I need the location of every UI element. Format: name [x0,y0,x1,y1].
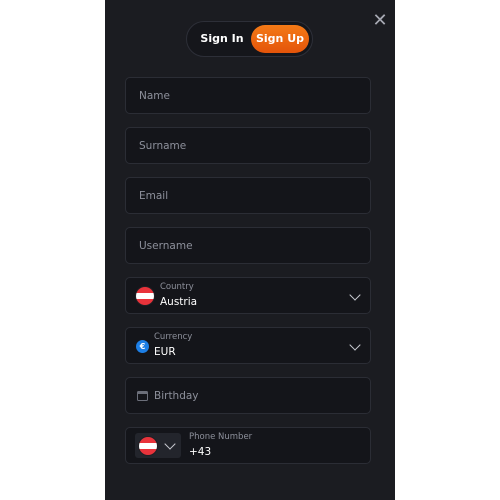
auth-tabs: Sign In Sign Up [186,21,313,57]
birthday-field[interactable]: Birthday [125,377,371,414]
phone-input[interactable]: +43 [189,446,211,458]
surname-placeholder: Surname [139,140,187,152]
country-label: Country [160,282,194,292]
surname-field[interactable]: Surname [125,127,371,164]
phone-label: Phone Number [189,432,253,442]
username-field[interactable]: Username [125,227,371,264]
austria-flag-icon [139,437,157,455]
country-select[interactable]: Country Austria [125,277,371,314]
country-value: Austria [160,296,198,308]
name-placeholder: Name [139,90,170,102]
austria-flag-icon [136,287,154,305]
birthday-placeholder: Birthday [154,390,199,402]
currency-label: Currency [154,332,193,342]
email-field[interactable]: Email [125,177,371,214]
calendar-icon [137,391,148,401]
tab-sign-in[interactable]: Sign In [193,25,251,53]
phone-field: Phone Number +43 [125,427,371,464]
currency-value: EUR [154,346,176,358]
euro-icon: € [136,340,149,353]
username-placeholder: Username [139,240,193,252]
tab-sign-up[interactable]: Sign Up [251,25,309,53]
chevron-down-icon [164,438,176,450]
chevron-down-icon [349,289,361,301]
chevron-down-icon [349,339,361,351]
phone-country-selector[interactable] [135,433,181,458]
name-field[interactable]: Name [125,77,371,114]
currency-select[interactable]: € Currency EUR [125,327,371,364]
email-placeholder: Email [139,190,169,202]
close-icon[interactable]: ✕ [370,11,390,31]
